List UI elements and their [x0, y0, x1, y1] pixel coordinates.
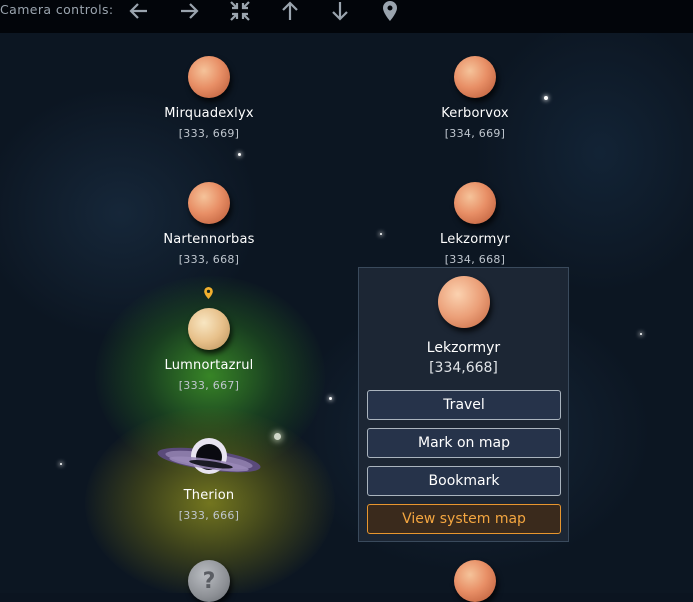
black-hole-icon — [154, 432, 264, 484]
arrow-up-icon — [282, 1, 298, 20]
system-therion[interactable]: Therion [333, 666] — [139, 432, 279, 522]
camera-up-button[interactable] — [276, 0, 304, 22]
system-name: Therion — [183, 488, 235, 503]
system-name: Nartennorbas — [163, 232, 255, 247]
camera-zoom-out-button[interactable] — [226, 0, 254, 22]
system-lumnortazrul[interactable]: Lumnortazrul [333, 667] — [139, 308, 279, 392]
system-popup: Lekzormyr [334,668] Travel Mark on map B… — [358, 267, 569, 542]
view-system-map-button[interactable]: View system map — [367, 504, 561, 534]
map-pin-icon — [383, 1, 397, 21]
camera-right-button[interactable] — [175, 0, 203, 22]
system-name: Lekzormyr — [440, 232, 510, 247]
popup-system-coords: [334,668] — [429, 360, 498, 376]
planet-icon — [188, 56, 230, 98]
background-star — [238, 153, 241, 156]
system-kerborvox[interactable]: Kerborvox [334, 669] — [405, 56, 545, 140]
planet-icon — [188, 308, 230, 350]
travel-button[interactable]: Travel — [367, 390, 561, 420]
mark-on-map-button[interactable]: Mark on map — [367, 428, 561, 458]
popup-system-name: Lekzormyr — [426, 340, 501, 356]
arrow-left-icon — [129, 3, 147, 19]
unknown-planet-icon: ? — [188, 560, 230, 602]
planet-icon — [454, 182, 496, 224]
system-unnamed[interactable] — [405, 560, 545, 602]
camera-controls-label: Camera controls: — [0, 2, 114, 17]
planet-icon — [454, 56, 496, 98]
system-unknown[interactable]: ? — [139, 560, 279, 602]
system-coords: [333, 667] — [178, 379, 240, 392]
planet-icon — [454, 560, 496, 602]
system-coords: [333, 668] — [178, 253, 240, 266]
popup-planet-icon — [437, 276, 490, 328]
camera-down-button[interactable] — [326, 0, 354, 22]
system-name: Kerborvox — [441, 106, 509, 121]
background-star — [329, 397, 332, 400]
system-name: Lumnortazrul — [164, 358, 254, 373]
system-nartennorbas[interactable]: Nartennorbas [333, 668] — [139, 182, 279, 266]
bookmark-button[interactable]: Bookmark — [367, 466, 561, 496]
camera-left-button[interactable] — [125, 0, 153, 22]
system-coords: [333, 666] — [178, 509, 240, 522]
background-star — [380, 233, 382, 235]
camera-locate-button[interactable] — [376, 0, 404, 22]
camera-toolbar: Camera controls: — [0, 0, 693, 33]
system-coords: [334, 668] — [444, 253, 506, 266]
background-star — [640, 333, 642, 335]
background-star — [60, 463, 62, 465]
system-coords: [334, 669] — [444, 127, 506, 140]
arrow-down-icon — [332, 2, 348, 21]
system-coords: [333, 669] — [178, 127, 240, 140]
arrow-right-icon — [181, 3, 199, 19]
planet-icon — [188, 182, 230, 224]
starmap-viewport[interactable] — [0, 33, 693, 593]
system-mirquadexlyx[interactable]: Mirquadexlyx [333, 669] — [139, 56, 279, 140]
map-marker-icon — [204, 287, 213, 299]
system-name: Mirquadexlyx — [164, 106, 254, 121]
unknown-glyph: ? — [202, 568, 216, 594]
zoom-out-icon — [230, 1, 250, 21]
system-lekzormyr[interactable]: Lekzormyr [334, 668] — [405, 182, 545, 266]
